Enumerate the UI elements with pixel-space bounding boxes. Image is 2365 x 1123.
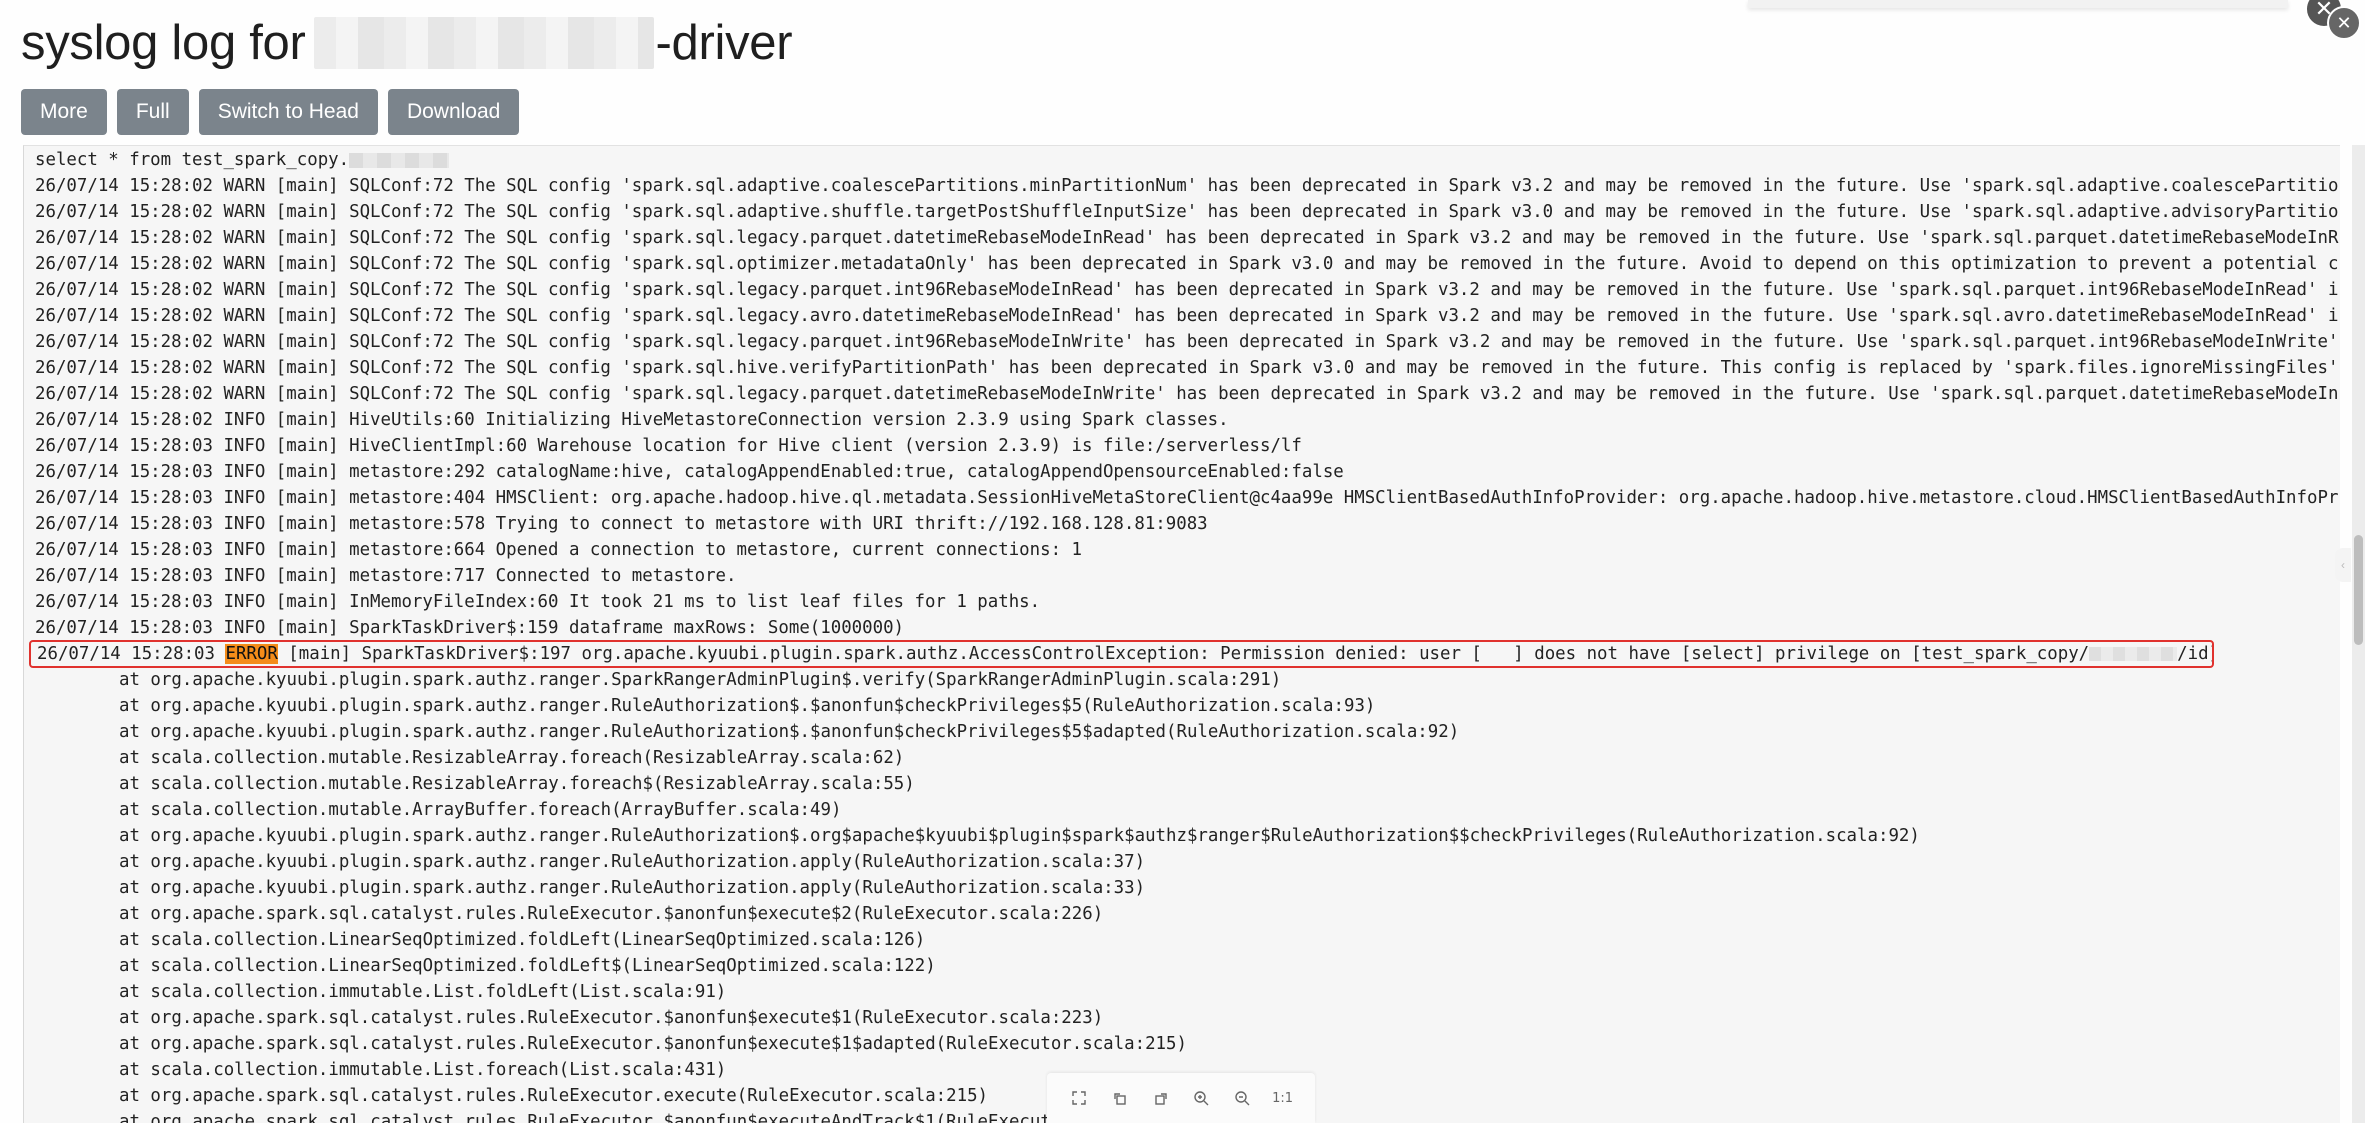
side-handle-icon[interactable]: ‹: [2335, 548, 2351, 582]
redacted-table-name: [349, 152, 450, 168]
download-button[interactable]: Download: [387, 89, 520, 135]
image-viewer-toolbar: 1:1: [1047, 1073, 1315, 1123]
zoom-in-icon[interactable]: [1189, 1086, 1213, 1110]
redacted-db-name: [2089, 647, 2178, 661]
log-content[interactable]: select * from test_spark_copy. 26/07/14 …: [23, 145, 2340, 1123]
log-line: 26/07/14 15:28:02 WARN [main] SQLConf:72…: [35, 358, 2339, 378]
page-title-prefix: syslog log for: [21, 16, 306, 70]
stack-trace-line: at scala.collection.mutable.ArrayBuffer.…: [119, 800, 842, 820]
error-timestamp: 26/07/14 15:28:03: [37, 644, 226, 664]
page-title-suffix: -driver: [655, 16, 793, 70]
log-line: 26/07/14 15:28:02 WARN [main] SQLConf:72…: [35, 306, 2339, 326]
error-level-tag: ERROR: [225, 644, 278, 664]
error-message: [main] SparkTaskDriver$:197 org.apache.k…: [277, 644, 2090, 664]
switch-to-head-button[interactable]: Switch to Head: [198, 89, 378, 135]
stack-trace-line: at org.apache.kyuubi.plugin.spark.authz.…: [119, 670, 1282, 690]
log-line: 26/07/14 15:28:02 WARN [main] SQLConf:72…: [35, 202, 2339, 222]
log-line: 26/07/14 15:28:02 WARN [main] SQLConf:72…: [35, 384, 2339, 404]
stack-trace-line: at scala.collection.LinearSeqOptimized.f…: [119, 930, 926, 950]
query-text: select * from test_spark_copy.: [35, 150, 350, 170]
log-line: 26/07/14 15:28:03 INFO [main] metastore:…: [35, 566, 737, 586]
stack-trace-line: at org.apache.spark.sql.catalyst.rules.R…: [119, 1034, 1187, 1054]
full-button[interactable]: Full: [116, 89, 189, 135]
log-viewer-page: ✕ ✕ syslog log for -driver More Full Swi…: [0, 0, 2365, 1123]
log-line: 26/07/14 15:28:02 WARN [main] SQLConf:72…: [35, 254, 2339, 274]
scrollbar-thumb[interactable]: [2354, 535, 2363, 645]
log-line: 26/07/14 15:28:03 INFO [main] InMemoryFi…: [35, 592, 1041, 612]
rotate-left-icon[interactable]: [1108, 1086, 1132, 1110]
log-line-query: select * from test_spark_copy.: [35, 147, 2340, 173]
close-icon-secondary[interactable]: ✕: [2327, 6, 2361, 40]
stack-trace-line: at org.apache.spark.sql.catalyst.rules.R…: [119, 1008, 1104, 1028]
rotate-right-icon[interactable]: [1149, 1086, 1173, 1110]
log-line: 26/07/14 15:28:03 INFO [main] metastore:…: [35, 540, 1083, 560]
stack-trace-line: at org.apache.kyuubi.plugin.spark.authz.…: [119, 878, 1146, 898]
log-line: 26/07/14 15:28:03 INFO [main] metastore:…: [35, 462, 1344, 482]
stack-trace-line: at scala.collection.mutable.ResizableArr…: [119, 774, 915, 794]
log-toolbar: More Full Switch to Head Download: [21, 89, 520, 135]
stack-trace-line: at scala.collection.mutable.ResizableArr…: [119, 748, 905, 768]
log-line: 26/07/14 15:28:03 INFO [main] HiveClient…: [35, 436, 1302, 456]
stack-trace-line: at scala.collection.immutable.List.foldL…: [119, 982, 727, 1002]
error-message-end: /id]: [2177, 644, 2212, 664]
zoom-out-icon[interactable]: [1230, 1086, 1254, 1110]
page-title: syslog log for -driver: [21, 8, 793, 78]
log-lines-block: 26/07/14 15:28:02 WARN [main] SQLConf:72…: [35, 173, 2340, 641]
log-line: 26/07/14 15:28:03 INFO [main] SparkTaskD…: [35, 618, 905, 638]
log-line-error: 26/07/14 15:28:03 ERROR [main] SparkTask…: [29, 640, 2214, 668]
log-line: 26/07/14 15:28:02 INFO [main] HiveUtils:…: [35, 410, 1229, 430]
log-line: 26/07/14 15:28:02 WARN [main] SQLConf:72…: [35, 332, 2339, 352]
stack-trace-line: at org.apache.kyuubi.plugin.spark.authz.…: [119, 722, 1460, 742]
redacted-app-name: [313, 17, 654, 69]
stack-trace-line: at org.apache.kyuubi.plugin.spark.authz.…: [119, 696, 1376, 716]
stack-trace-line: at org.apache.kyuubi.plugin.spark.authz.…: [119, 852, 1146, 872]
fullscreen-icon[interactable]: [1067, 1086, 1091, 1110]
log-lines: select * from test_spark_copy. 26/07/14 …: [29, 147, 2340, 1123]
vertical-scrollbar[interactable]: [2352, 145, 2365, 1123]
log-line: 26/07/14 15:28:03 INFO [main] metastore:…: [35, 488, 2339, 508]
stack-trace-line: at org.apache.spark.sql.catalyst.rules.R…: [119, 904, 1104, 924]
log-line: 26/07/14 15:28:02 WARN [main] SQLConf:72…: [35, 280, 2339, 300]
stack-trace-line: at scala.collection.LinearSeqOptimized.f…: [119, 956, 936, 976]
actual-size-icon[interactable]: 1:1: [1271, 1086, 1295, 1110]
more-button[interactable]: More: [21, 89, 107, 135]
log-line: 26/07/14 15:28:02 WARN [main] SQLConf:72…: [35, 228, 2339, 248]
stack-trace: at org.apache.kyuubi.plugin.spark.authz.…: [35, 667, 2340, 1123]
log-line: 26/07/14 15:28:02 WARN [main] SQLConf:72…: [35, 176, 2339, 196]
top-overlay-panel: [1748, 0, 2288, 8]
log-line: 26/07/14 15:28:03 INFO [main] metastore:…: [35, 514, 1208, 534]
stack-trace-line: at org.apache.kyuubi.plugin.spark.authz.…: [119, 826, 1920, 846]
